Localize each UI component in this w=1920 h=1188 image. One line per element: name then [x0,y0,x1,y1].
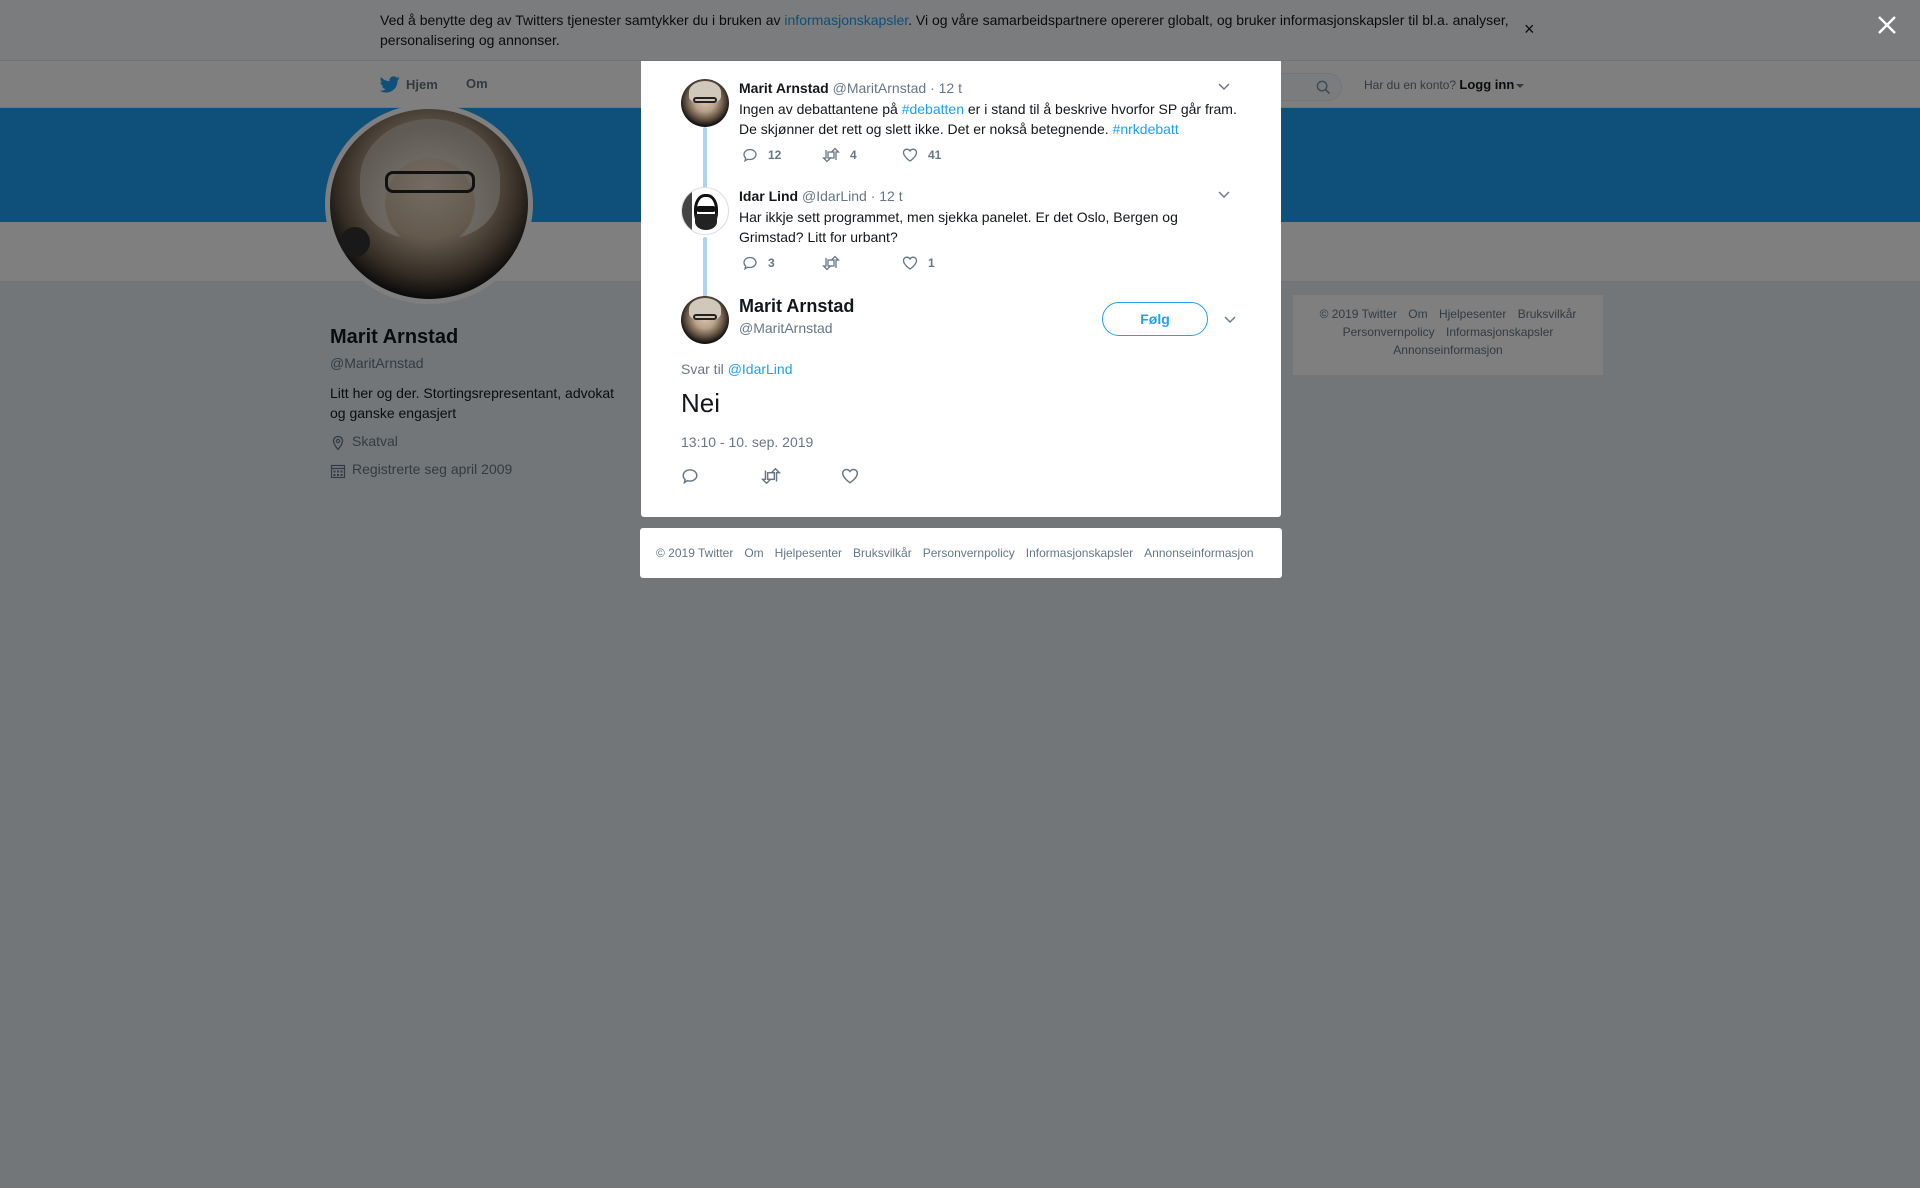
reply-icon [743,256,757,271]
reply-prefix: Svar til [681,361,724,377]
modal-footer: © 2019 Twitter Om Hjelpesenter Bruksvilk… [640,528,1282,578]
like-count: 1 [928,256,935,270]
like-button[interactable]: 1 [902,255,982,271]
reply-button[interactable]: 12 [742,147,822,163]
modal-overlay[interactable]: Marit Arnstad @MaritArnstad · 12 t Ingen… [0,0,1920,1188]
footer-ads-info[interactable]: Annonseinformasjon [1144,546,1253,560]
hashtag-link[interactable]: #nrkdebatt [1113,121,1179,137]
retweet-button[interactable] [761,467,841,485]
tweet-actions: 12 4 41 [742,147,982,163]
tweet-actions: 3 1 [742,255,982,271]
footer-help[interactable]: Hjelpesenter [775,546,842,560]
tweet-author-handle[interactable]: @MaritArnstad [833,80,927,96]
main-tweet-author-name[interactable]: Marit Arnstad [739,296,854,317]
chevron-down-icon[interactable] [1217,79,1231,93]
retweet-icon [822,147,840,163]
close-icon[interactable] [1874,12,1900,38]
like-count: 41 [928,148,942,162]
chevron-down-icon[interactable] [1223,312,1237,326]
footer-copyright: © 2019 Twitter [656,546,734,560]
tweet-author-name[interactable]: Marit Arnstad [739,80,829,96]
tweet-timestamp[interactable]: · 12 t [871,188,903,204]
tweet-text-part: Ingen av debattantene på [739,101,902,117]
reply-icon [743,148,757,163]
tweet-text: Har ikkje sett programmet, men sjekka pa… [739,209,1178,245]
main-tweet-text: Nei [681,388,721,418]
reply-button[interactable] [681,467,761,485]
main-tweet-actions [681,467,921,485]
reply-count: 3 [768,256,775,270]
footer-terms[interactable]: Bruksvilkår [853,546,912,560]
reply-icon [682,469,698,485]
tweet-author-handle[interactable]: @IdarLind [802,188,867,204]
like-button[interactable]: 41 [902,147,982,163]
heart-icon [841,468,859,484]
like-button[interactable] [841,467,921,485]
reply-button[interactable]: 3 [742,255,822,271]
tweet-author-name[interactable]: Idar Lind [739,188,798,204]
tweet-timestamp[interactable]: · 12 t [930,80,962,96]
retweet-button[interactable] [822,255,902,271]
heart-icon [902,256,918,270]
reply-to-link[interactable]: @IdarLind [728,361,793,377]
avatar[interactable] [681,79,729,127]
reply-context: Svar til @IdarLind [681,361,793,377]
follow-button[interactable]: Følg [1102,302,1208,336]
avatar[interactable] [681,187,729,235]
footer-privacy[interactable]: Personvernpolicy [923,546,1015,560]
avatar[interactable] [681,296,729,344]
tweet-dialog: Marit Arnstad @MaritArnstad · 12 t Ingen… [641,61,1281,517]
reply-count: 12 [768,148,782,162]
retweet-count: 4 [850,148,857,162]
thread-line [703,237,707,303]
retweet-button[interactable]: 4 [822,147,902,163]
footer-about[interactable]: Om [744,546,763,560]
retweet-icon [822,255,840,271]
hashtag-link[interactable]: #debatten [902,101,964,117]
chevron-down-icon[interactable] [1217,187,1231,201]
footer-cookies[interactable]: Informasjonskapsler [1026,546,1133,560]
retweet-icon [761,467,781,485]
heart-icon [902,148,918,162]
main-tweet-author-handle[interactable]: @MaritArnstad [739,320,833,336]
main-tweet-date[interactable]: 13:10 - 10. sep. 2019 [681,434,813,450]
tweet-text: Ingen av debattantene på #debatten er i … [739,99,1239,139]
